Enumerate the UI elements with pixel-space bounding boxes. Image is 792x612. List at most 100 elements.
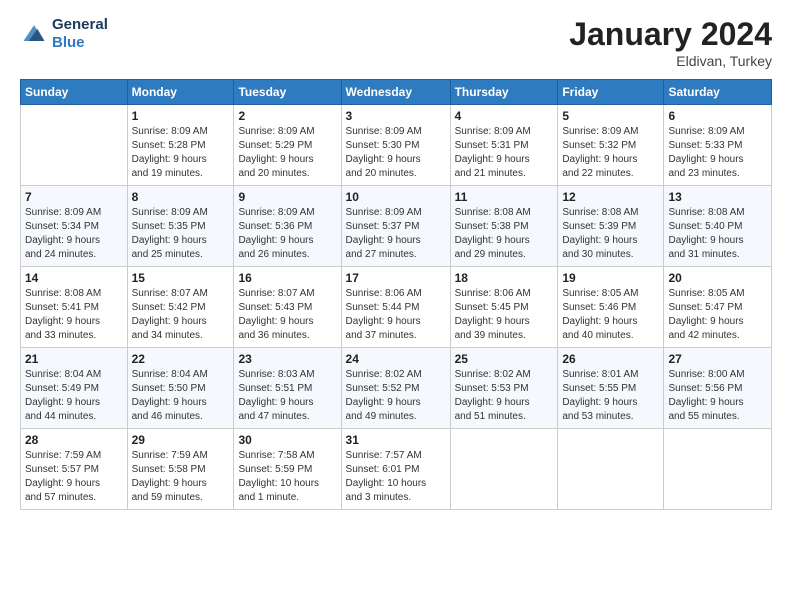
day-number: 8 <box>132 190 230 204</box>
day-number: 14 <box>25 271 123 285</box>
day-number: 26 <box>562 352 659 366</box>
calendar-cell: 6 Sunrise: 8:09 AM Sunset: 5:33 PM Daylig… <box>664 105 772 186</box>
calendar-page: General Blue January 2024 Eldivan, Turke… <box>0 0 792 612</box>
cell-info: Sunrise: 7:58 AM Sunset: 5:59 PM Dayligh… <box>238 449 336 505</box>
calendar-cell <box>664 429 772 510</box>
calendar-cell: 5Sunrise: 8:09 AM Sunset: 5:32 PM Daylig… <box>558 105 664 186</box>
day-number: 20 <box>668 271 767 285</box>
day-number: 18 <box>455 271 554 285</box>
cell-info: Sunrise: 8:09 AM Sunset: 5:33 PM Dayligh… <box>668 125 767 181</box>
logo-blue: Blue <box>52 34 108 52</box>
calendar-cell <box>558 429 664 510</box>
calendar-cell: 20 Sunrise: 8:05 AM Sunset: 5:47 PM Dayli… <box>664 267 772 348</box>
cell-info: Sunrise: 7:59 AM Sunset: 5:58 PM Dayligh… <box>132 449 230 505</box>
calendar-table: SundayMondayTuesdayWednesdayThursdayFrid… <box>20 79 772 510</box>
cell-info: Sunrise: 8:09 AM Sunset: 5:29 PM Dayligh… <box>238 125 336 181</box>
calendar-cell: 12 Sunrise: 8:08 AM Sunset: 5:39 PM Dayli… <box>558 186 664 267</box>
calendar-week-1: 1 Sunrise: 8:09 AM Sunset: 5:28 PM Daylig… <box>21 105 772 186</box>
day-number: 9 <box>238 190 336 204</box>
day-number: 15 <box>132 271 230 285</box>
calendar-cell: 27 Sunrise: 8:00 AM Sunset: 5:56 PM Dayli… <box>664 348 772 429</box>
location: Eldivan, Turkey <box>569 53 772 69</box>
weekday-header-monday: Monday <box>127 80 234 105</box>
cell-info: Sunrise: 7:57 AM Sunset: 6:01 PM Dayligh… <box>346 449 446 505</box>
day-number: 12 <box>562 190 659 204</box>
calendar-cell: 30Sunrise: 7:58 AM Sunset: 5:59 PM Dayli… <box>234 429 341 510</box>
day-number: 22 <box>132 352 230 366</box>
weekday-header-sunday: Sunday <box>21 80 128 105</box>
day-number: 6 <box>668 109 767 123</box>
calendar-cell: 8 Sunrise: 8:09 AM Sunset: 5:35 PM Daylig… <box>127 186 234 267</box>
cell-info: Sunrise: 8:00 AM Sunset: 5:56 PM Dayligh… <box>668 368 767 424</box>
cell-info: Sunrise: 8:05 AM Sunset: 5:46 PM Dayligh… <box>562 287 659 343</box>
cell-info: Sunrise: 8:04 AM Sunset: 5:50 PM Dayligh… <box>132 368 230 424</box>
day-number: 29 <box>132 433 230 447</box>
cell-info: Sunrise: 8:09 AM Sunset: 5:37 PM Dayligh… <box>346 206 446 262</box>
calendar-cell: 1 Sunrise: 8:09 AM Sunset: 5:28 PM Daylig… <box>127 105 234 186</box>
calendar-week-2: 7Sunrise: 8:09 AM Sunset: 5:34 PM Daylig… <box>21 186 772 267</box>
logo-general: General <box>52 16 108 34</box>
weekday-header-saturday: Saturday <box>664 80 772 105</box>
day-number: 7 <box>25 190 123 204</box>
day-number: 16 <box>238 271 336 285</box>
cell-info: Sunrise: 8:06 AM Sunset: 5:44 PM Dayligh… <box>346 287 446 343</box>
calendar-cell: 16 Sunrise: 8:07 AM Sunset: 5:43 PM Dayli… <box>234 267 341 348</box>
calendar-cell: 3 Sunrise: 8:09 AM Sunset: 5:30 PM Daylig… <box>341 105 450 186</box>
calendar-cell: 18 Sunrise: 8:06 AM Sunset: 5:45 PM Dayli… <box>450 267 558 348</box>
day-number: 21 <box>25 352 123 366</box>
weekday-header-tuesday: Tuesday <box>234 80 341 105</box>
weekday-header-friday: Friday <box>558 80 664 105</box>
cell-info: Sunrise: 8:02 AM Sunset: 5:53 PM Dayligh… <box>455 368 554 424</box>
calendar-cell: 19 Sunrise: 8:05 AM Sunset: 5:46 PM Dayli… <box>558 267 664 348</box>
calendar-cell <box>450 429 558 510</box>
day-number: 24 <box>346 352 446 366</box>
calendar-cell: 28Sunrise: 7:59 AM Sunset: 5:57 PM Dayli… <box>21 429 128 510</box>
cell-info: Sunrise: 8:09 AM Sunset: 5:30 PM Dayligh… <box>346 125 446 181</box>
day-number: 10 <box>346 190 446 204</box>
cell-info: Sunrise: 8:09 AM Sunset: 5:35 PM Dayligh… <box>132 206 230 262</box>
cell-info: Sunrise: 8:05 AM Sunset: 5:47 PM Dayligh… <box>668 287 767 343</box>
day-number: 31 <box>346 433 446 447</box>
day-number: 19 <box>562 271 659 285</box>
calendar-cell: 22 Sunrise: 8:04 AM Sunset: 5:50 PM Dayli… <box>127 348 234 429</box>
cell-info: Sunrise: 8:08 AM Sunset: 5:38 PM Dayligh… <box>455 206 554 262</box>
calendar-cell: 13 Sunrise: 8:08 AM Sunset: 5:40 PM Dayli… <box>664 186 772 267</box>
header: General Blue January 2024 Eldivan, Turke… <box>20 16 772 69</box>
calendar-cell: 21 Sunrise: 8:04 AM Sunset: 5:49 PM Dayli… <box>21 348 128 429</box>
day-number: 11 <box>455 190 554 204</box>
cell-info: Sunrise: 8:04 AM Sunset: 5:49 PM Dayligh… <box>25 368 123 424</box>
weekday-header-row: SundayMondayTuesdayWednesdayThursdayFrid… <box>21 80 772 105</box>
calendar-cell: 24 Sunrise: 8:02 AM Sunset: 5:52 PM Dayli… <box>341 348 450 429</box>
cell-info: Sunrise: 8:08 AM Sunset: 5:40 PM Dayligh… <box>668 206 767 262</box>
day-number: 13 <box>668 190 767 204</box>
cell-info: Sunrise: 8:06 AM Sunset: 5:45 PM Dayligh… <box>455 287 554 343</box>
cell-info: Sunrise: 8:09 AM Sunset: 5:28 PM Dayligh… <box>132 125 230 181</box>
calendar-week-5: 28Sunrise: 7:59 AM Sunset: 5:57 PM Dayli… <box>21 429 772 510</box>
day-number: 27 <box>668 352 767 366</box>
calendar-cell: 2Sunrise: 8:09 AM Sunset: 5:29 PM Daylig… <box>234 105 341 186</box>
calendar-week-3: 14 Sunrise: 8:08 AM Sunset: 5:41 PM Dayli… <box>21 267 772 348</box>
cell-info: Sunrise: 8:02 AM Sunset: 5:52 PM Dayligh… <box>346 368 446 424</box>
cell-info: Sunrise: 8:08 AM Sunset: 5:41 PM Dayligh… <box>25 287 123 343</box>
title-block: January 2024 Eldivan, Turkey <box>569 16 772 69</box>
calendar-cell: 11 Sunrise: 8:08 AM Sunset: 5:38 PM Dayli… <box>450 186 558 267</box>
cell-info: Sunrise: 8:07 AM Sunset: 5:42 PM Dayligh… <box>132 287 230 343</box>
calendar-cell: 25Sunrise: 8:02 AM Sunset: 5:53 PM Dayli… <box>450 348 558 429</box>
day-number: 28 <box>25 433 123 447</box>
day-number: 3 <box>346 109 446 123</box>
calendar-cell: 7Sunrise: 8:09 AM Sunset: 5:34 PM Daylig… <box>21 186 128 267</box>
logo-icon <box>20 20 48 48</box>
calendar-cell: 31 Sunrise: 7:57 AM Sunset: 6:01 PM Dayli… <box>341 429 450 510</box>
cell-info: Sunrise: 8:07 AM Sunset: 5:43 PM Dayligh… <box>238 287 336 343</box>
calendar-cell: 29 Sunrise: 7:59 AM Sunset: 5:58 PM Dayli… <box>127 429 234 510</box>
calendar-cell: 17 Sunrise: 8:06 AM Sunset: 5:44 PM Dayli… <box>341 267 450 348</box>
cell-info: Sunrise: 8:09 AM Sunset: 5:32 PM Dayligh… <box>562 125 659 181</box>
month-title: January 2024 <box>569 16 772 53</box>
calendar-cell: 23Sunrise: 8:03 AM Sunset: 5:51 PM Dayli… <box>234 348 341 429</box>
day-number: 4 <box>455 109 554 123</box>
day-number: 17 <box>346 271 446 285</box>
cell-info: Sunrise: 8:08 AM Sunset: 5:39 PM Dayligh… <box>562 206 659 262</box>
calendar-cell: 10 Sunrise: 8:09 AM Sunset: 5:37 PM Dayli… <box>341 186 450 267</box>
cell-info: Sunrise: 8:09 AM Sunset: 5:31 PM Dayligh… <box>455 125 554 181</box>
day-number: 1 <box>132 109 230 123</box>
